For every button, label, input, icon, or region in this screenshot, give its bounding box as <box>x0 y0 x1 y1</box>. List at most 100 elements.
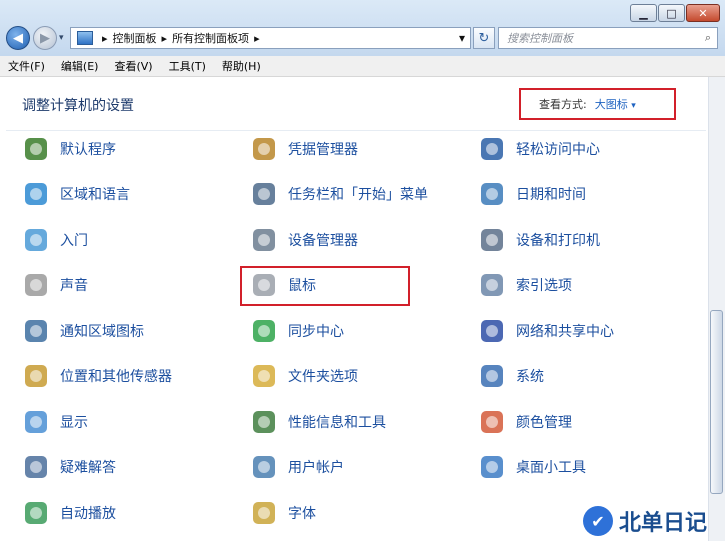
view-by-value: 大图标 <box>594 98 628 111</box>
calendar-icon <box>478 180 506 208</box>
breadcrumb-separator: ▸ <box>161 31 168 45</box>
item-label: 用户帐户 <box>288 460 344 476</box>
color-icon <box>478 408 506 436</box>
control-panel-item[interactable]: 疑难解答 <box>22 453 116 481</box>
gadgets-icon <box>478 453 506 481</box>
autoplay-icon <box>22 499 50 527</box>
item-label: 任务栏和「开始」菜单 <box>288 187 428 203</box>
control-panel-item[interactable]: 自动播放 <box>22 499 116 527</box>
control-panel-item[interactable]: 索引选项 <box>478 271 572 299</box>
item-label: 位置和其他传感器 <box>60 369 172 385</box>
performance-icon <box>250 408 278 436</box>
item-label: 自动播放 <box>60 506 116 522</box>
scrollbar-thumb[interactable] <box>710 310 723 494</box>
forward-button[interactable]: ▶ <box>33 26 57 50</box>
item-label: 轻松访问中心 <box>516 142 600 158</box>
menu-tools[interactable]: 工具(T) <box>161 58 214 74</box>
menu-bar: 文件(F) 编辑(E) 查看(V) 工具(T) 帮助(H) <box>0 56 725 77</box>
arrow-left-icon: ◀ <box>13 30 23 46</box>
control-panel-item[interactable]: 文件夹选项 <box>250 362 358 390</box>
view-by-label: 查看方式: <box>539 98 587 111</box>
search-icon[interactable]: ⌕ <box>705 31 711 45</box>
breadcrumb-separator: ▸ <box>254 31 260 45</box>
system-icon <box>478 362 506 390</box>
control-panel-item[interactable]: 凭据管理器 <box>250 135 358 163</box>
item-label: 通知区域图标 <box>60 324 144 340</box>
item-label: 系统 <box>516 369 544 385</box>
display-icon <box>22 408 50 436</box>
arrow-right-icon: ▶ <box>40 30 50 46</box>
control-panel-item[interactable]: 轻松访问中心 <box>478 135 600 163</box>
printer-icon <box>478 226 506 254</box>
checkmark-icon: ✔ <box>583 506 613 536</box>
item-label: 字体 <box>288 506 316 522</box>
item-label: 性能信息和工具 <box>288 415 386 431</box>
minimize-button[interactable]: ▁ <box>630 4 657 22</box>
credential-manager-icon <box>250 135 278 163</box>
magnifier-icon <box>478 271 506 299</box>
item-label: 显示 <box>60 415 88 431</box>
control-panel-item[interactable]: 声音 <box>22 271 88 299</box>
control-panel-item[interactable]: 用户帐户 <box>250 453 344 481</box>
address-bar[interactable]: ▸ 控制面板 ▸ 所有控制面板项 ▸ ▾ <box>70 27 471 49</box>
control-panel-item[interactable]: 入门 <box>22 226 88 254</box>
control-panel-item[interactable]: 性能信息和工具 <box>250 408 386 436</box>
breadcrumb-control-panel[interactable]: 控制面板 <box>113 30 157 46</box>
getting-started-icon <box>22 226 50 254</box>
notification-icon <box>22 317 50 345</box>
control-panel-item[interactable]: 系统 <box>478 362 544 390</box>
watermark: ✔ 北单日记 <box>583 505 707 537</box>
close-button[interactable]: ✕ <box>686 4 720 22</box>
item-label: 疑难解答 <box>60 460 116 476</box>
breadcrumb-all-items[interactable]: 所有控制面板项 <box>172 30 249 46</box>
control-panel-item[interactable]: 默认程序 <box>22 135 116 163</box>
network-icon <box>478 317 506 345</box>
page-title: 调整计算机的设置 <box>22 98 134 114</box>
sensor-icon <box>22 362 50 390</box>
watermark-text: 北单日记 <box>619 511 708 536</box>
control-panel-item[interactable]: 任务栏和「开始」菜单 <box>250 180 428 208</box>
control-panel-item[interactable]: 颜色管理 <box>478 408 572 436</box>
control-panel-item[interactable]: 网络和共享中心 <box>478 317 614 345</box>
speaker-icon <box>22 271 50 299</box>
control-panel-item[interactable]: 设备管理器 <box>250 226 358 254</box>
item-label: 凭据管理器 <box>288 142 358 158</box>
globe-icon <box>22 180 50 208</box>
view-by-dropdown[interactable]: 大图标 ▾ <box>595 96 636 112</box>
item-label: 同步中心 <box>288 324 344 340</box>
menu-view[interactable]: 查看(V) <box>106 58 160 74</box>
maximize-button[interactable]: □ <box>658 4 685 22</box>
menu-file[interactable]: 文件(F) <box>0 58 53 74</box>
recent-pages-dropdown[interactable]: ▾ <box>59 33 64 43</box>
control-panel-icon <box>77 31 93 45</box>
address-dropdown[interactable]: ▾ <box>459 31 465 45</box>
refresh-icon: ↻ <box>478 30 490 46</box>
item-label: 入门 <box>60 233 88 249</box>
menu-help[interactable]: 帮助(H) <box>214 58 269 74</box>
default-programs-icon <box>22 135 50 163</box>
control-panel-item[interactable]: 桌面小工具 <box>478 453 586 481</box>
control-panel-item[interactable]: 位置和其他传感器 <box>22 362 172 390</box>
control-panel-item[interactable]: 区域和语言 <box>22 180 130 208</box>
ease-of-access-icon <box>478 135 506 163</box>
sync-icon <box>250 317 278 345</box>
control-panel-item[interactable]: 字体 <box>250 499 316 527</box>
chevron-down-icon: ▾ <box>631 101 636 111</box>
item-label: 网络和共享中心 <box>516 324 614 340</box>
control-panel-item[interactable]: 显示 <box>22 408 88 436</box>
control-panel-item[interactable]: 通知区域图标 <box>22 317 144 345</box>
menu-edit[interactable]: 编辑(E) <box>53 58 107 74</box>
search-input[interactable]: 搜索控制面板 ⌕ <box>498 27 718 49</box>
folder-icon <box>250 362 278 390</box>
item-label: 区域和语言 <box>60 187 130 203</box>
item-label: 桌面小工具 <box>516 460 586 476</box>
control-panel-item[interactable]: 同步中心 <box>250 317 344 345</box>
control-panel-item[interactable]: 日期和时间 <box>478 180 586 208</box>
fonts-icon <box>250 499 278 527</box>
back-button[interactable]: ◀ <box>6 26 30 50</box>
control-panel-item[interactable]: 设备和打印机 <box>478 226 600 254</box>
breadcrumb-separator: ▸ <box>102 31 108 45</box>
item-label: 声音 <box>60 278 88 294</box>
taskbar-icon <box>250 180 278 208</box>
refresh-button[interactable]: ↻ <box>473 27 495 49</box>
